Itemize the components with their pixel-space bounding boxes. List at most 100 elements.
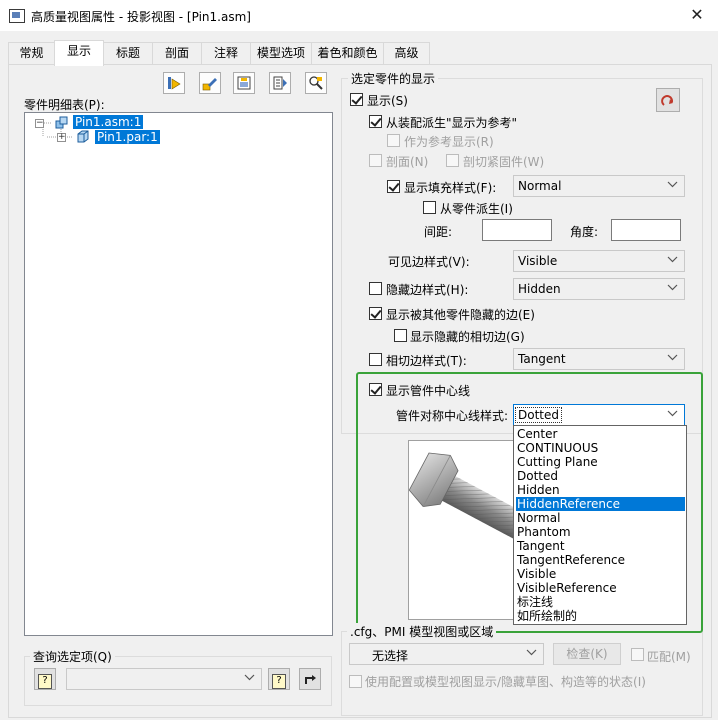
dropdown-option[interactable]: 如所绘制的	[516, 609, 685, 623]
section-fastener-label: 剖切紧固件(W)	[463, 155, 545, 169]
query-group-title: 查询选定项(Q)	[30, 648, 115, 665]
dropdown-option[interactable]: Normal	[516, 511, 685, 525]
tree-collapse-toggle[interactable]: −	[35, 119, 44, 128]
chevron-down-icon	[667, 256, 678, 263]
derive-from-assembly-checkbox[interactable]	[369, 115, 382, 128]
hidden-edge-combo[interactable]: Hidden	[513, 278, 685, 300]
tab-general[interactable]: 常规	[8, 42, 55, 64]
dropdown-option[interactable]: TangentReference	[516, 553, 685, 567]
redo-arrow-icon	[305, 675, 316, 684]
dropdown-option[interactable]: Center	[516, 427, 685, 441]
tab-annotation[interactable]: 注释	[201, 42, 251, 64]
dropdown-option[interactable]: Hidden	[516, 483, 685, 497]
use-config-label: 使用配置或模型视图显示/隐藏草图、构造等的状态(I)	[365, 675, 646, 689]
query-help-button-2[interactable]: ?	[268, 668, 290, 690]
match-label: 匹配(M)	[647, 650, 691, 664]
dropdown-option[interactable]: Cutting Plane	[516, 455, 685, 469]
tangent-edge-label: 相切边样式(T):	[386, 354, 467, 368]
angle-input[interactable]	[611, 219, 681, 241]
list-icon	[273, 76, 287, 90]
tab-shading-color[interactable]: 着色和颜色	[311, 42, 384, 64]
update-icon	[661, 95, 674, 106]
section-label: 剖面(N)	[386, 155, 429, 169]
dropdown-option[interactable]: Phantom	[516, 525, 685, 539]
part-icon	[77, 130, 89, 143]
tree-node-pin1-par[interactable]: Pin1.par:1	[95, 130, 160, 144]
parts-tree[interactable]: − Pin1.asm:1 + Pin1.par:1	[24, 112, 333, 636]
derive-from-assembly-label: 从装配派生"显示为参考"	[386, 116, 518, 130]
as-reference-label: 作为参考显示(R)	[404, 135, 494, 149]
tab-section[interactable]: 剖面	[152, 42, 202, 64]
visible-edge-combo[interactable]: Visible	[513, 250, 685, 272]
selected-display-title: 选定零件的显示	[348, 70, 439, 87]
zoom-icon	[309, 76, 323, 90]
chevron-down-icon	[244, 674, 255, 681]
hidden-edge-label: 隐藏边样式(H):	[386, 283, 469, 297]
fill-style-checkbox[interactable]	[387, 180, 400, 193]
section-fastener-checkbox[interactable]	[446, 154, 459, 167]
properties-button[interactable]	[233, 72, 255, 94]
dropdown-option[interactable]: VisibleReference	[516, 581, 685, 595]
query-go-button[interactable]	[299, 668, 321, 690]
query-combo[interactable]	[66, 668, 262, 690]
tree-expand-toggle[interactable]: +	[57, 133, 66, 142]
pmi-combo-value: 无选择	[372, 649, 409, 663]
tangent-edge-checkbox[interactable]	[369, 353, 382, 366]
refresh-button[interactable]	[656, 88, 680, 112]
dropdown-option-highlighted[interactable]: HiddenReference	[516, 497, 685, 511]
close-button[interactable]: ✕	[686, 4, 708, 26]
dropdown-option[interactable]: Visible	[516, 567, 685, 581]
help-icon: ?	[38, 674, 52, 689]
query-help-button[interactable]: ?	[34, 668, 56, 690]
show-part-button[interactable]	[163, 72, 185, 94]
tab-model-options[interactable]: 模型选项	[250, 42, 312, 64]
hidden-edge-checkbox[interactable]	[369, 282, 382, 295]
dropdown-option[interactable]: CONTINUOUS	[516, 441, 685, 455]
hidden-edge-value: Hidden	[518, 282, 561, 296]
use-config-checkbox[interactable]	[349, 675, 362, 688]
show-hidden-by-others-label: 显示被其他零件隐藏的边(E)	[386, 308, 535, 322]
section-checkbox[interactable]	[369, 154, 382, 167]
help-icon: ?	[272, 674, 286, 689]
derive-from-part-checkbox[interactable]	[423, 201, 436, 214]
tree-node-pin1-asm[interactable]: Pin1.asm:1	[73, 115, 144, 129]
properties-icon	[237, 76, 251, 90]
pencil-button[interactable]	[199, 72, 221, 94]
chevron-down-icon	[667, 181, 678, 188]
window-title: 高质量视图属性 - 投影视图 - [Pin1.asm]	[31, 10, 251, 24]
fill-style-value: Normal	[518, 179, 562, 193]
assembly-icon	[55, 116, 68, 129]
match-checkbox[interactable]	[631, 648, 644, 661]
check-button[interactable]: 检查(K)	[553, 643, 621, 665]
derive-from-part-label: 从零件派生(I)	[440, 202, 513, 216]
spacing-label: 间距:	[424, 225, 453, 239]
show-hidden-by-others-checkbox[interactable]	[369, 307, 382, 320]
title-bar: 高质量视图属性 - 投影视图 - [Pin1.asm] ✕	[0, 0, 718, 31]
centerline-style-dropdown[interactable]: Center CONTINUOUS Cutting Plane Dotted H…	[513, 425, 687, 625]
tab-display[interactable]: 显示	[54, 40, 104, 66]
angle-label: 角度:	[570, 225, 599, 239]
pmi-combo[interactable]: 无选择	[349, 643, 544, 665]
dropdown-option[interactable]: 标注线	[516, 595, 685, 609]
show-hidden-tangent-label: 显示隐藏的相切边(G)	[410, 330, 525, 344]
app-icon	[9, 9, 25, 23]
pmi-group-title: .cfg、PMI 模型视图或区域	[347, 623, 497, 640]
list-button[interactable]	[269, 72, 291, 94]
fill-style-label: 显示填充样式(F):	[404, 181, 497, 195]
zoom-button[interactable]	[305, 72, 327, 94]
tangent-edge-value: Tangent	[518, 352, 566, 366]
pencil-icon	[202, 78, 217, 91]
parts-list-label: 零件明细表(P):	[24, 98, 105, 112]
as-reference-checkbox[interactable]	[387, 134, 400, 147]
show-checkbox[interactable]	[350, 93, 363, 106]
show-hidden-tangent-checkbox[interactable]	[394, 329, 407, 342]
show-part-icon	[168, 77, 181, 90]
tab-advanced[interactable]: 高级	[383, 42, 430, 64]
spacing-input[interactable]	[482, 219, 552, 241]
fill-style-combo[interactable]: Normal	[513, 175, 685, 197]
dropdown-option[interactable]: Dotted	[516, 469, 685, 483]
dropdown-option[interactable]: Tangent	[516, 539, 685, 553]
tangent-edge-combo[interactable]: Tangent	[513, 348, 685, 370]
tab-caption[interactable]: 标题	[103, 42, 153, 64]
show-label: 显示(S)	[367, 94, 408, 108]
